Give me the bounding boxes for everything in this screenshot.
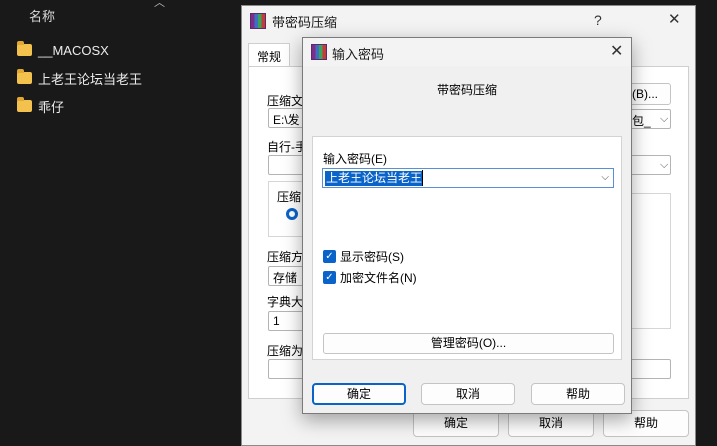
encrypt-filenames-checkbox[interactable]: ✓ 加密文件名(N) (323, 269, 417, 286)
cancel-button[interactable]: 取消 (421, 383, 515, 405)
password-combobox[interactable]: 上老王论坛当老王 ⌵ (322, 168, 614, 188)
show-password-checkbox[interactable]: ✓ 显示密码(S) (323, 248, 404, 265)
sort-caret-icon[interactable]: ︿ (154, 0, 165, 10)
list-item[interactable]: 乖仔 (17, 92, 142, 120)
tab-general[interactable]: 常规 (248, 43, 291, 67)
update-mode-label: 自行-手 (267, 140, 307, 154)
close-icon[interactable]: ✕ (610, 41, 623, 61)
list-item[interactable]: 上老王论坛当老王 (17, 64, 142, 92)
dictionary-size-label: 字典大 (267, 295, 304, 309)
archive-format-label: 压缩 (277, 190, 302, 204)
encrypt-filenames-label: 加密文件名(N) (340, 271, 417, 285)
dictionary-size-value: 1 (273, 314, 280, 328)
ok-button[interactable]: 确定 (413, 410, 499, 437)
options-select[interactable]: ⌵ (627, 155, 671, 175)
folder-icon (17, 41, 32, 56)
cancel-button[interactable]: 取消 (508, 410, 594, 437)
folder-name: 上老王论坛当老王 (38, 71, 143, 87)
password-input-value: 上老王论坛当老王 (325, 171, 424, 186)
dialog-title: 带密码压缩 (272, 15, 338, 30)
password-set-button[interactable] (627, 359, 671, 379)
profiles-value: 包_ (632, 114, 651, 128)
dialog-subtitle: 带密码压缩 (436, 83, 497, 97)
help-button[interactable]: 帮助 (531, 383, 625, 405)
folder-name: 乖仔 (38, 99, 65, 115)
format-radio-rar[interactable] (286, 208, 298, 220)
text-caret (422, 170, 423, 186)
chevron-down-icon: ⌵ (660, 113, 669, 125)
dialog-title: 输入密码 (332, 47, 385, 62)
folder-icon (17, 97, 32, 112)
folder-name: __MACOSX (38, 42, 109, 58)
manage-passwords-button[interactable]: 管理密码(O)... (323, 333, 614, 354)
password-panel: 输入密码(E) 上老王论坛当老王 ⌵ ✓ 显示密码(S) ✓ 加密文件名(N) … (312, 136, 622, 360)
browse-button-label: (B)... (632, 87, 658, 101)
help-icon[interactable]: ? (594, 12, 602, 28)
list-item[interactable]: __MACOSX (17, 36, 142, 64)
show-password-label: 显示密码(S) (340, 250, 404, 264)
help-button[interactable]: 帮助 (603, 410, 689, 437)
split-volumes-label: 压缩为 (267, 344, 304, 358)
enter-password-dialog: 输入密码 ✕ 带密码压缩 输入密码(E) 上老王论坛当老王 ⌵ ✓ 显示密码(S… (302, 37, 632, 414)
compression-method-label: 压缩方 (267, 250, 304, 264)
checkbox-checked-icon[interactable]: ✓ (323, 271, 336, 284)
title-bar: 带密码压缩 ? ✕ (242, 6, 695, 36)
winrar-icon (250, 13, 266, 29)
close-icon[interactable]: ✕ (668, 10, 681, 28)
checkbox-checked-icon[interactable]: ✓ (323, 250, 336, 263)
file-list: __MACOSX 上老王论坛当老王 乖仔 (17, 36, 142, 120)
folder-icon (17, 69, 32, 84)
chevron-down-icon[interactable]: ⌵ (601, 172, 609, 183)
compression-method-value: 存储 (273, 271, 298, 285)
ok-button[interactable]: 确定 (312, 383, 406, 405)
title-bar: 输入密码 ✕ (303, 38, 631, 66)
archive-name-label: 压缩文 (267, 94, 304, 108)
archive-name-value: E:\发 (273, 113, 300, 127)
archive-options-group (627, 193, 671, 329)
browse-button[interactable]: (B)... (627, 83, 671, 105)
profiles-select[interactable]: 包_ ⌵ (627, 109, 671, 129)
column-header-name[interactable]: 名称 (29, 6, 55, 25)
chevron-down-icon: ⌵ (660, 159, 669, 171)
password-label: 输入密码(E) (323, 152, 387, 166)
winrar-icon (311, 44, 327, 60)
